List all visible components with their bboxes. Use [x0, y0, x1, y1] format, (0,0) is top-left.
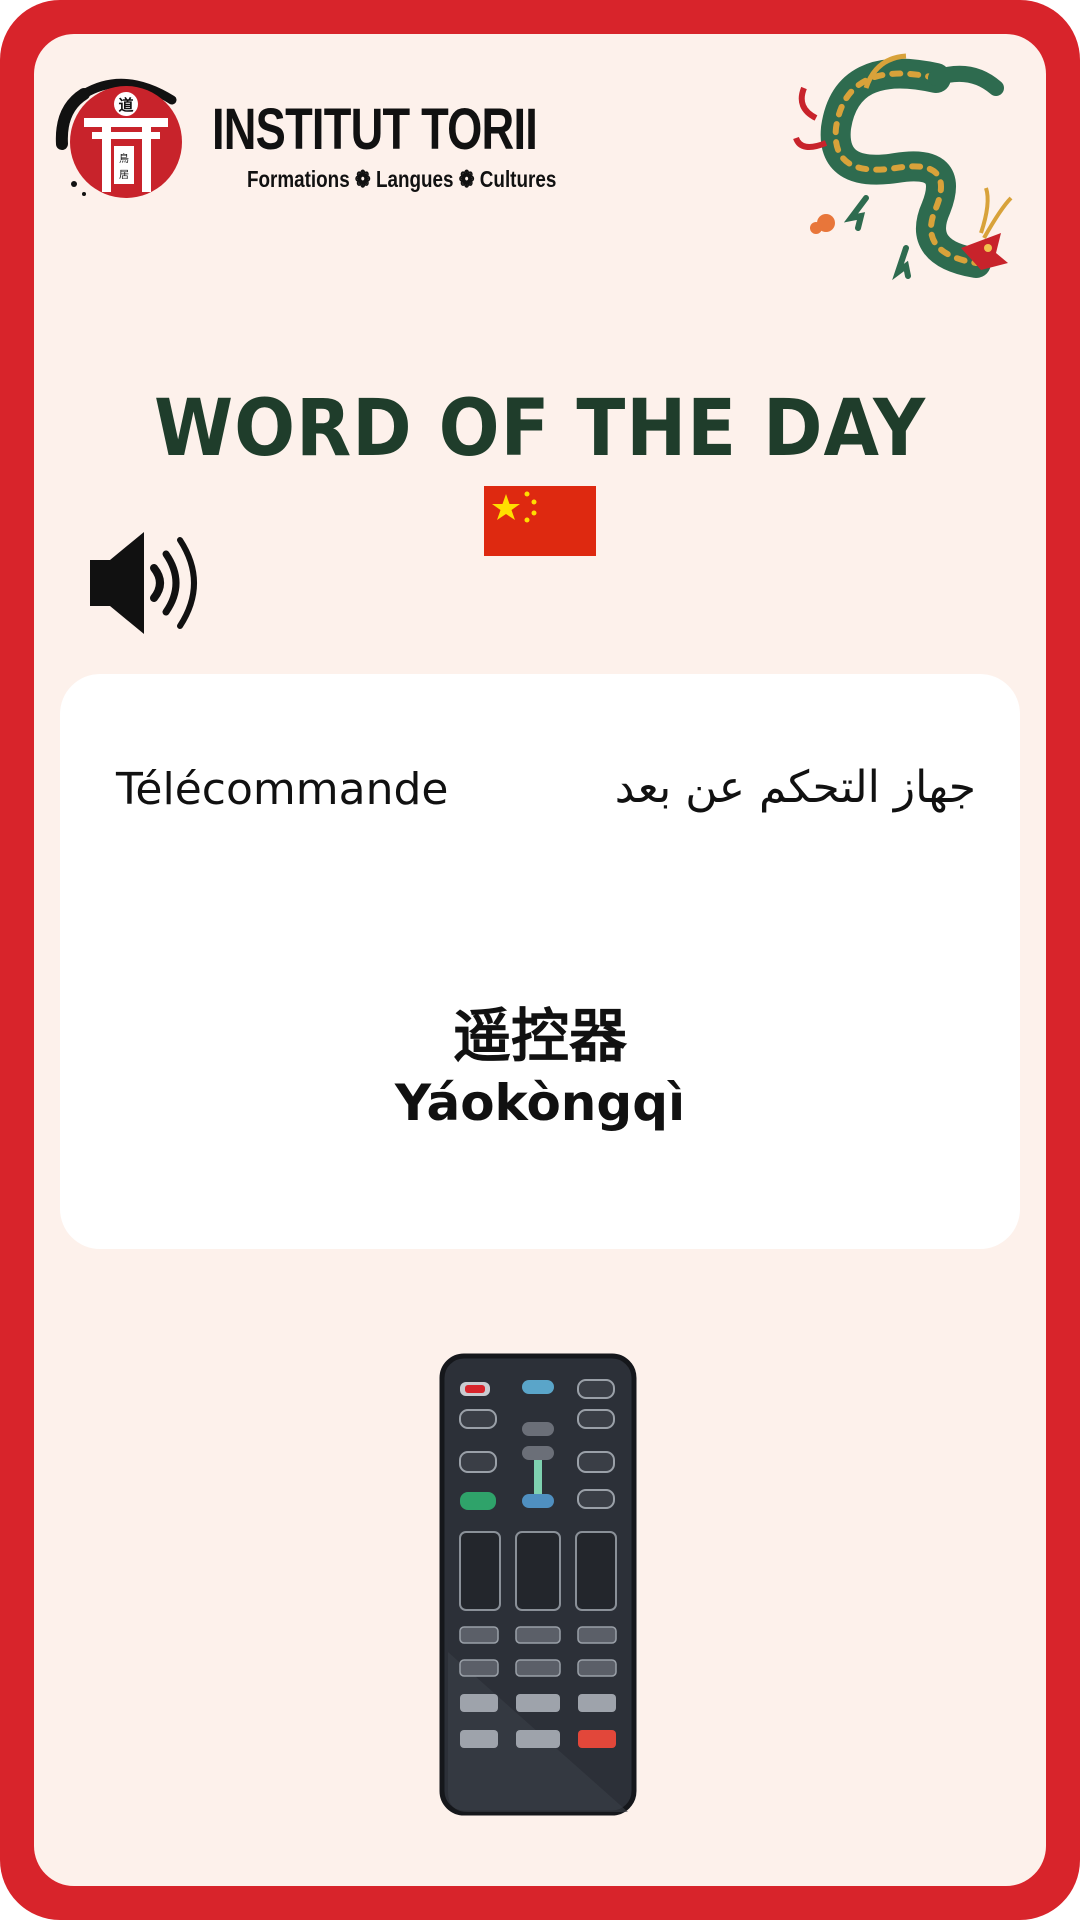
chinese-word: 遥控器: [452, 1002, 627, 1070]
brand-name: INSTITUT TORII: [212, 97, 538, 162]
page-title: WORD OF THE DAY: [154, 384, 926, 474]
china-flag-icon: [484, 486, 596, 556]
svg-text:道: 道: [118, 96, 133, 114]
brand-tagline: Formations ❁ Langues ❁ Cultures: [247, 166, 557, 192]
french-translation: Télécommande: [116, 764, 449, 815]
pinyin: Yáokòngqì: [394, 1074, 686, 1132]
torii-logo-icon: 道 鳥 居: [55, 78, 182, 198]
word-card: 道 鳥 居 INSTITUT TORII Formations ❁ Langue…: [34, 34, 1046, 1886]
word-panel: Télécommande جهاز التحكم عن بعد 遥控器 Yáok…: [60, 674, 1020, 1249]
svg-text:鳥: 鳥: [119, 152, 129, 165]
remote-control-icon: [439, 1353, 637, 1816]
arabic-translation: جهاز التحكم عن بعد: [614, 762, 976, 813]
institut-torii-logo: 道 鳥 居 INSTITUT TORII Formations ❁ Langue…: [54, 74, 556, 204]
speaker-icon[interactable]: [86, 528, 206, 638]
svg-text:居: 居: [119, 169, 129, 181]
dragon-icon: [793, 53, 1013, 281]
